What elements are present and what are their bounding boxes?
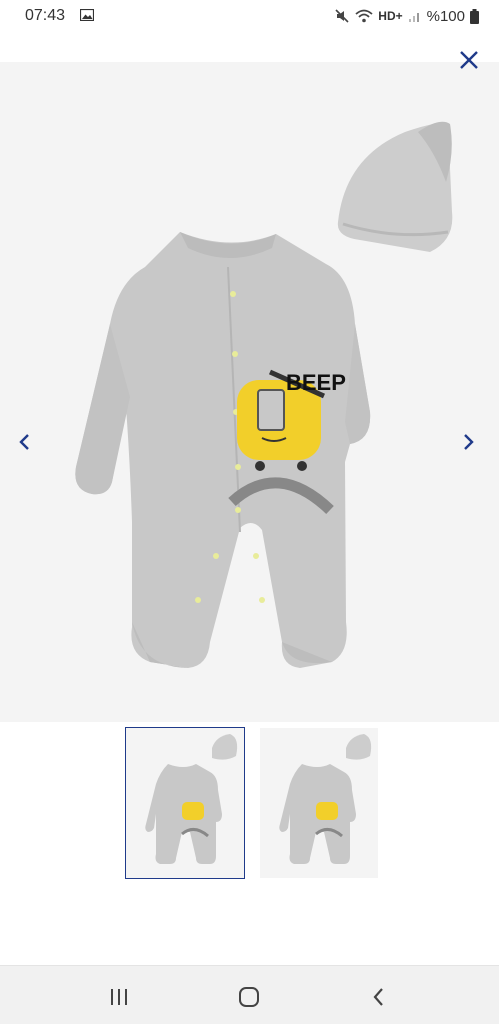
thumbnail-romper-image — [279, 734, 372, 864]
battery-icon — [470, 8, 479, 24]
status-time: 07:43 — [25, 7, 66, 24]
back-icon[interactable] — [366, 984, 392, 1010]
product-image-main[interactable]: BEEP — [0, 62, 499, 722]
thumbnail-romper-image — [145, 734, 238, 864]
product-illustration: BEEP — [75, 121, 453, 668]
thumbnail-2[interactable] — [260, 728, 378, 878]
print-text: BEEP — [286, 370, 346, 395]
battery-percent: %100 — [426, 7, 465, 25]
signal-icon — [408, 13, 419, 22]
chevron-right-icon[interactable] — [457, 431, 479, 453]
status-bar: 07:43 HD+ %100 — [0, 0, 499, 34]
thumbnail-1[interactable] — [125, 727, 245, 879]
recent-apps-icon[interactable] — [106, 984, 132, 1010]
network-type: HD+ — [378, 9, 403, 23]
close-icon[interactable] — [457, 48, 481, 72]
wifi-icon — [355, 9, 373, 23]
mute-icon — [335, 9, 349, 23]
thumbnail-strip — [0, 726, 499, 886]
chevron-left-icon[interactable] — [14, 431, 36, 453]
gallery-notification-icon — [80, 9, 94, 21]
status-indicators: HD+ %100 — [334, 6, 479, 26]
baby-romper: BEEP — [75, 232, 371, 668]
home-icon[interactable] — [236, 984, 262, 1010]
baby-hat — [337, 121, 453, 252]
system-nav-bar — [0, 965, 499, 1024]
